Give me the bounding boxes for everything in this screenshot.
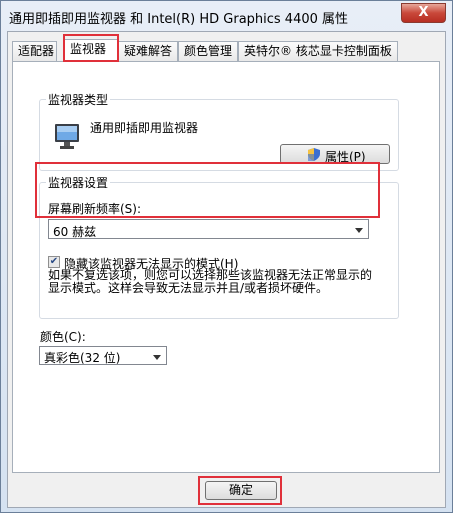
refresh-rate-select[interactable]: 60 赫兹 <box>48 219 369 239</box>
refresh-rate-label: 屏幕刷新频率(S): <box>48 202 142 216</box>
monitor-settings-title: 监视器设置 <box>46 174 111 191</box>
tab-intel-control-panel[interactable]: 英特尔® 核芯显卡控制面板 <box>238 41 398 61</box>
chevron-down-icon <box>153 355 161 360</box>
hide-modes-help: 如果不复选该项，则您可以选择那些该监视器无法正常显示的 显示模式。这样会导致无法… <box>48 269 372 295</box>
tab-monitor[interactable]: 监视器 <box>64 39 118 62</box>
tab-color-management[interactable]: 颜色管理 <box>178 41 238 61</box>
help-line-2: 显示模式。这样会导致无法显示并且/或者损坏硬件。 <box>48 281 329 295</box>
ok-button-label: 确定 <box>228 483 253 497</box>
uac-shield-icon <box>308 148 320 161</box>
monitor-settings-group: 监视器设置 屏幕刷新频率(S): 60 赫兹 ✔ 隐藏该监视器无法显示的模式(H… <box>39 174 399 319</box>
colors-label: 颜色(C): <box>40 330 86 344</box>
tab-label: 疑难解答 <box>124 44 173 58</box>
colors-select[interactable]: 真彩色(32 位) <box>39 346 167 365</box>
hide-modes-checkbox[interactable]: ✔ <box>48 256 60 268</box>
properties-button-label: 属性(P) <box>325 150 366 164</box>
monitor-type-group: 监视器类型 通用即插即用监视器 属性(P) <box>39 91 399 171</box>
window-title: 通用即插即用监视器 和 Intel(R) HD Graphics 4400 属性 <box>9 12 349 27</box>
tab-label: 颜色管理 <box>184 44 233 58</box>
tab-label: 适配器 <box>18 44 55 58</box>
colors-value: 真彩色(32 位) <box>44 351 121 365</box>
tab-adapter[interactable]: 适配器 <box>12 41 57 61</box>
dialog-content: 适配器 监视器 疑难解答 颜色管理 英特尔® 核芯显卡控制面板 监视器类型 通用… <box>7 31 446 508</box>
title-bar: 通用即插即用监视器 和 Intel(R) HD Graphics 4400 属性… <box>1 1 452 31</box>
chevron-down-icon <box>355 228 363 233</box>
properties-button[interactable]: 属性(P) <box>280 144 390 164</box>
ok-button[interactable]: 确定 <box>205 481 277 500</box>
tab-label: 监视器 <box>70 42 107 56</box>
close-button[interactable]: X <box>401 3 446 23</box>
monitor-type-title: 监视器类型 <box>46 91 111 108</box>
monitor-tab-panel: 监视器类型 通用即插即用监视器 属性(P) 监视器设置 屏幕刷新频率(S): 6… <box>12 61 440 473</box>
monitor-name: 通用即插即用监视器 <box>90 121 199 135</box>
monitor-icon <box>55 124 79 149</box>
refresh-rate-value: 60 赫兹 <box>53 225 97 239</box>
tab-troubleshoot[interactable]: 疑难解答 <box>118 41 178 61</box>
tab-label: 英特尔® 核芯显卡控制面板 <box>244 44 392 58</box>
properties-window: 通用即插即用监视器 和 Intel(R) HD Graphics 4400 属性… <box>0 0 453 513</box>
